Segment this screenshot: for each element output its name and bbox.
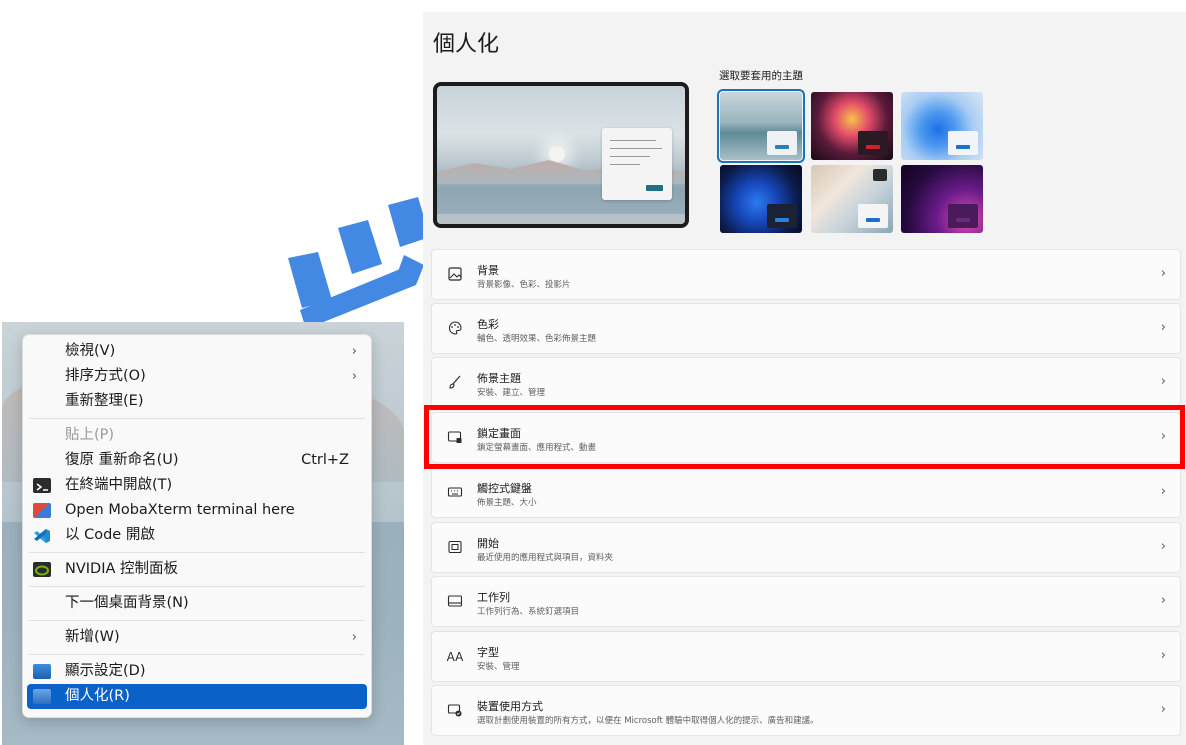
row-description: 背景影像、色彩、投影片: [477, 280, 571, 290]
menu-item-sort-by[interactable]: 排序方式(O) ›: [27, 364, 367, 389]
menu-item-label: 貼上(P): [65, 427, 115, 443]
chevron-right-icon: ›: [1160, 593, 1166, 608]
device-usage-icon: [446, 702, 464, 720]
display-icon: [33, 664, 51, 679]
menu-item-display-settings[interactable]: 顯示設定(D): [27, 659, 367, 684]
theme-thumbnail-windows-light[interactable]: [901, 92, 983, 160]
highlight-box: [424, 405, 1185, 469]
desktop-context-menu: 檢視(V) › 排序方式(O) › 重新整理(E) 貼上(P) 復原 重新命名(…: [22, 334, 372, 718]
menu-item-paste[interactable]: 貼上(P): [27, 423, 367, 448]
row-title: 工作列: [477, 591, 510, 604]
menu-item-open-terminal[interactable]: 在終端中開啟(T): [27, 473, 367, 498]
chevron-right-icon: ›: [1160, 702, 1166, 717]
page-title: 個人化: [433, 32, 500, 57]
row-description: 選取計劃使用裝置的所有方式，以便在 Microsoft 體驗中取得個人化的提示、…: [477, 716, 819, 726]
font-icon: AA: [446, 650, 464, 664]
chevron-right-icon: ›: [1160, 266, 1166, 281]
mobaxterm-icon: [33, 503, 51, 518]
nvidia-icon: [33, 562, 51, 577]
menu-item-new[interactable]: 新增(W) ›: [27, 625, 367, 650]
settings-row-device-usage[interactable]: 裝置使用方式 選取計劃使用裝置的所有方式，以便在 Microsoft 體驗中取得…: [431, 685, 1181, 736]
menu-item-view[interactable]: 檢視(V) ›: [27, 339, 367, 364]
menu-item-label: 新增(W): [65, 629, 120, 645]
start-icon: [446, 539, 464, 557]
chevron-right-icon: ›: [1160, 648, 1166, 663]
row-title: 開始: [477, 537, 499, 550]
menu-item-undo-rename[interactable]: 復原 重新命名(U) Ctrl+Z: [27, 448, 367, 473]
settings-row-background[interactable]: 背景 背景影像、色彩、投影片 ›: [431, 249, 1181, 300]
chevron-right-icon: ›: [1160, 539, 1166, 554]
row-title: 觸控式鍵盤: [477, 482, 532, 495]
menu-item-nvidia-control-panel[interactable]: NVIDIA 控制面板: [27, 557, 367, 582]
row-title: 裝置使用方式: [477, 700, 543, 713]
menu-item-label: 在終端中開啟(T): [65, 477, 173, 493]
menu-item-mobaxterm[interactable]: Open MobaXterm terminal here: [27, 498, 367, 523]
submenu-arrow-icon: ›: [351, 369, 357, 384]
menu-item-label: Open MobaXterm terminal here: [65, 502, 295, 518]
theme-thumbnail-sunrise[interactable]: [901, 165, 983, 233]
chevron-right-icon: ›: [1160, 484, 1166, 499]
brush-icon: [446, 374, 464, 392]
row-description: 安裝、管理: [477, 662, 520, 672]
submenu-arrow-icon: ›: [351, 630, 357, 645]
camera-icon: [873, 169, 887, 181]
row-description: 工作列行為、系統釘選項目: [477, 607, 580, 617]
menu-item-next-background[interactable]: 下一個桌面背景(N): [27, 591, 367, 616]
menu-item-refresh[interactable]: 重新整理(E): [27, 389, 367, 414]
personalize-icon: [33, 689, 51, 704]
menu-item-label: 復原 重新命名(U): [65, 452, 179, 468]
menu-item-open-with-code[interactable]: 以 Code 開啟: [27, 523, 367, 548]
menu-separator: [29, 552, 365, 553]
theme-preview: [433, 82, 689, 228]
settings-row-themes[interactable]: 佈景主題 安裝、建立、管理 ›: [431, 357, 1181, 408]
menu-item-label: 以 Code 開啟: [65, 527, 155, 543]
menu-separator: [29, 418, 365, 419]
menu-item-shortcut: Ctrl+Z: [301, 452, 349, 468]
row-title: 背景: [477, 264, 499, 277]
terminal-icon: [33, 478, 51, 493]
menu-item-label: 顯示設定(D): [65, 663, 146, 679]
chevron-right-icon: ›: [1160, 320, 1166, 335]
menu-item-label: 排序方式(O): [65, 368, 146, 384]
theme-thumbnail-captured-motion[interactable]: [811, 92, 893, 160]
menu-separator: [29, 654, 365, 655]
palette-icon: [446, 320, 464, 338]
theme-thumbnail-flow[interactable]: [811, 165, 893, 233]
menu-separator: [29, 620, 365, 621]
menu-item-label: 檢視(V): [65, 343, 116, 359]
row-title: 字型: [477, 646, 499, 659]
chevron-right-icon: ›: [1160, 374, 1166, 389]
row-description: 最近使用的應用程式與項目，資料夾: [477, 553, 614, 563]
menu-item-personalize[interactable]: 個人化(R): [27, 684, 367, 709]
theme-thumbnail-windows-dark[interactable]: [720, 165, 802, 233]
row-title: 佈景主題: [477, 372, 521, 385]
settings-row-taskbar[interactable]: 工作列 工作列行為、系統釘選項目 ›: [431, 576, 1181, 627]
row-description: 佈景主題、大小: [477, 498, 537, 508]
row-title: 色彩: [477, 318, 499, 331]
settings-row-touch-keyboard[interactable]: 觸控式鍵盤 佈景主題、大小 ›: [431, 467, 1181, 518]
submenu-arrow-icon: ›: [351, 344, 357, 359]
personalization-settings-page: 個人化 選取要套用的主題 背景 背景影像、色彩、投影片 › 色彩 輔色、透明效果…: [423, 12, 1186, 745]
vscode-icon: [33, 528, 51, 543]
menu-item-label: NVIDIA 控制面板: [65, 561, 179, 577]
menu-item-label: 個人化(R): [65, 688, 130, 704]
menu-item-label: 下一個桌面背景(N): [65, 595, 189, 611]
themes-label: 選取要套用的主題: [719, 70, 803, 82]
settings-row-start[interactable]: 開始 最近使用的應用程式與項目，資料夾 ›: [431, 522, 1181, 573]
settings-row-fonts[interactable]: AA 字型 安裝、管理 ›: [431, 631, 1181, 682]
keyboard-icon: [446, 484, 464, 502]
taskbar-icon: [446, 593, 464, 611]
image-icon: [446, 266, 464, 284]
theme-thumbnail-glow[interactable]: [717, 89, 805, 163]
row-description: 安裝、建立、管理: [477, 388, 546, 398]
settings-row-colors[interactable]: 色彩 輔色、透明效果、色彩佈景主題 ›: [431, 303, 1181, 354]
menu-item-label: 重新整理(E): [65, 393, 144, 409]
row-description: 輔色、透明效果、色彩佈景主題: [477, 334, 597, 344]
menu-separator: [29, 586, 365, 587]
